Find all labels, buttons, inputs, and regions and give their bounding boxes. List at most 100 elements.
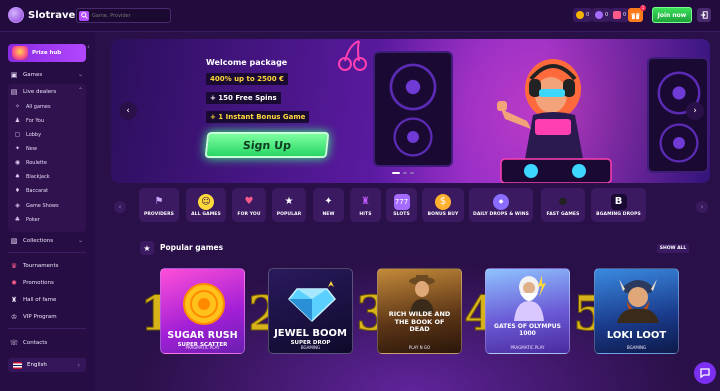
live-item-blackjack[interactable]: ♠ Blackjack — [14, 171, 50, 182]
categories-next-arrow-icon[interactable]: › — [696, 201, 708, 213]
sidebar-promotions-label: Promotions — [23, 280, 54, 286]
gift-button[interactable]: 1 — [628, 5, 646, 22]
sidebar-item-promotions[interactable]: ✹ Promotions — [10, 277, 54, 289]
flag-icon: ⚑ — [154, 196, 164, 207]
game-title: RICH WILDE AND THE BOOK OF DEAD — [388, 310, 451, 333]
category-providers[interactable]: ⚑ PROVIDERS — [139, 188, 179, 222]
sign-up-button[interactable]: Sign Up — [204, 132, 330, 158]
live-item-for-you[interactable]: ♟ For You — [14, 115, 44, 126]
promotions-icon: ✹ — [11, 279, 17, 287]
login-icon — [700, 11, 708, 19]
category-fast-games[interactable]: ● FAST GAMES — [541, 188, 585, 222]
live-dealers-icon: ▤ — [10, 88, 18, 96]
wallet-gems[interactable]: 0 — [592, 8, 612, 22]
sidebar-vip-label: VIP Program — [23, 314, 57, 320]
category-bonus-buy[interactable]: $ BONUS BUY — [422, 188, 464, 222]
category-label: DAILY DROPS & WINS — [473, 211, 529, 217]
category-all-games[interactable]: ☺ ALL GAMES — [186, 188, 226, 222]
search-input[interactable] — [92, 12, 167, 19]
live-item-roulette[interactable]: ◉ Roulette — [14, 157, 47, 168]
game-title: SUGAR RUSH — [167, 330, 238, 341]
category-daily-drops-wins[interactable]: ◆ DAILY DROPS & WINS — [469, 188, 533, 222]
collections-chevron-icon[interactable]: ⌄ — [78, 237, 83, 244]
collapse-sidebar-icon[interactable]: ‹ — [87, 43, 95, 51]
game-provider: PRAGMATIC PLAY — [185, 345, 220, 350]
category-label: POPULAR — [276, 211, 302, 217]
gift-badge: 1 — [640, 5, 646, 11]
category-for-you[interactable]: ♥ FOR YOU — [232, 188, 266, 222]
sidebar-item-hall-of-fame[interactable]: ♜ Hall of fame — [10, 294, 57, 306]
sparkle-icon: ✦ — [324, 196, 333, 207]
lobby-icon: ▢ — [14, 131, 21, 138]
collections-icon: ▧ — [10, 237, 18, 245]
wallet-bonus-value: 0 — [623, 12, 627, 18]
hero-offer-line-3: + 1 Instant Bonus Game — [206, 111, 310, 123]
category-label: BGAMING DROPS — [596, 211, 641, 217]
game-card-jewel-boom[interactable]: JEWEL BOOM SUPER DROP BGAMING — [268, 268, 353, 354]
sidebar-divider — [8, 252, 86, 253]
hero-banner[interactable]: Welcome package 400% up to 2500 € + 150 … — [111, 39, 710, 183]
live-item-label: Blackjack — [26, 173, 50, 180]
live-item-lobby[interactable]: ▢ Lobby — [14, 129, 41, 140]
smiley-icon: ☺ — [198, 193, 214, 210]
sidebar-item-games[interactable]: ▣ Games — [10, 69, 43, 81]
logo[interactable]: Slotrave — [8, 7, 75, 23]
search-box[interactable] — [76, 8, 171, 23]
sidebar-item-collections[interactable]: ▧ Collections — [10, 235, 53, 247]
coin-icon: $ — [435, 193, 451, 210]
prize-hub-button[interactable]: Prize hub — [8, 44, 86, 62]
language-chevron-icon: › — [77, 361, 80, 369]
hero-prev-arrow-icon[interactable]: ‹ — [119, 102, 137, 120]
poker-icon: ♣ — [14, 216, 21, 223]
game-card-loki-loot[interactable]: LOKI LOOT BGAMING — [594, 268, 679, 354]
category-label: ALL GAMES — [191, 211, 221, 217]
language-selector[interactable]: English › — [8, 358, 86, 372]
wallet-bonus[interactable]: 0 — [610, 8, 630, 22]
game-title: GATES OF OLYMPUS 1000 — [494, 323, 561, 337]
bonus-icon — [613, 11, 621, 19]
show-all-button[interactable]: SHOW ALL — [657, 244, 689, 253]
live-dealers-chevron-icon[interactable]: ⌃ — [78, 87, 83, 94]
game-card-book-of-dead[interactable]: RICH WILDE AND THE BOOK OF DEAD PLAY N G… — [377, 268, 462, 354]
sidebar-games-label: Games — [23, 72, 43, 78]
chat-support-button[interactable] — [694, 362, 716, 384]
pagination-dot[interactable] — [392, 172, 400, 174]
category-slots[interactable]: 777 SLOTS — [386, 188, 417, 222]
games-chevron-icon[interactable]: ⌄ — [78, 71, 83, 78]
live-item-game-shows[interactable]: ◈ Game Shows — [14, 200, 58, 211]
category-bgaming-drops[interactable]: B BGAMING DROPS — [591, 188, 646, 222]
hero-next-arrow-icon[interactable]: › — [686, 102, 704, 120]
pagination-dot[interactable] — [403, 172, 407, 174]
join-now-button[interactable]: Join now — [652, 7, 692, 23]
pagination-dot[interactable] — [410, 172, 414, 174]
live-item-baccarat[interactable]: ♦ Baccarat — [14, 185, 48, 196]
sidebar-contacts-label: Contacts — [23, 340, 48, 346]
left-speaker-image — [373, 51, 453, 167]
gift-icon — [631, 12, 640, 19]
categories-prev-arrow-icon[interactable]: ‹ — [114, 201, 126, 213]
sidebar-item-tournaments[interactable]: ♛ Tournaments — [10, 260, 59, 272]
live-item-new[interactable]: ✦ New — [14, 143, 37, 154]
gem-icon — [595, 11, 603, 19]
wallet-coins[interactable]: 0 — [573, 8, 593, 22]
sun-candy-icon — [183, 283, 225, 325]
live-item-all-games[interactable]: ✧ All games — [14, 101, 51, 112]
sidebar-hall-of-fame-label: Hall of fame — [23, 297, 57, 303]
for-you-icon: ♟ — [14, 117, 21, 124]
hall-of-fame-icon: ♜ — [10, 296, 18, 304]
live-item-label: All games — [26, 103, 51, 110]
category-new[interactable]: ✦ NEW — [313, 188, 344, 222]
live-item-poker[interactable]: ♣ Poker — [14, 214, 40, 225]
sidebar-live-dealers-label: Live dealers — [23, 89, 57, 95]
sidebar-item-live-dealers[interactable]: ▤ Live dealers — [10, 86, 57, 98]
dj-character-image — [497, 59, 612, 183]
login-button[interactable] — [697, 8, 711, 22]
category-hits[interactable]: ♜ HITS — [350, 188, 381, 222]
category-popular[interactable]: ★ POPULAR — [272, 188, 306, 222]
sidebar-item-vip[interactable]: ♔ VIP Program — [10, 311, 57, 323]
logo-icon — [8, 7, 24, 23]
sidebar-item-contacts[interactable]: ☏ Contacts — [10, 337, 48, 349]
game-card-gates-of-olympus[interactable]: GATES OF OLYMPUS 1000 PRAGMATIC PLAY — [485, 268, 570, 354]
game-card-sugar-rush[interactable]: SUGAR RUSH SUPER SCATTER PRAGMATIC PLAY — [160, 268, 245, 354]
sidebar-tournaments-label: Tournaments — [23, 263, 59, 269]
